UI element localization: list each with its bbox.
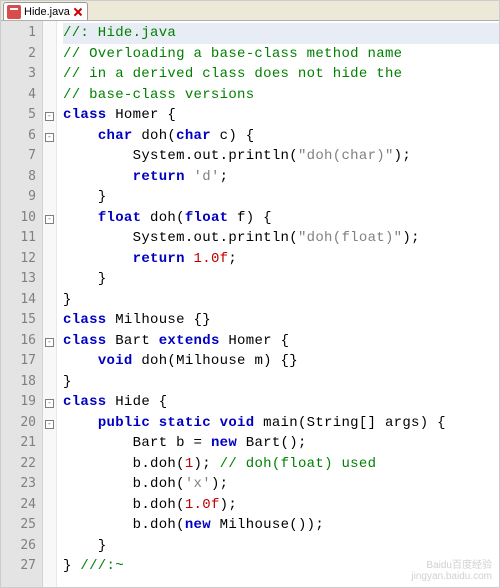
line-number: 9 <box>1 187 36 208</box>
line-number: 14 <box>1 290 36 311</box>
line-number: 20 <box>1 413 36 434</box>
code-line: } <box>63 290 499 311</box>
fold-toggle[interactable]: - <box>45 215 54 224</box>
code-line: char doh(char c) { <box>63 126 499 147</box>
code-line: b.doh(1.0f); <box>63 495 499 516</box>
editor-area: 1 2 3 4 5 6 7 8 9 10 11 12 13 14 15 16 1… <box>1 21 499 587</box>
code-line: //: Hide.java <box>63 23 499 44</box>
code-line: System.out.println("doh(float)"); <box>63 228 499 249</box>
line-number: 7 <box>1 146 36 167</box>
fold-column: - - - - - - <box>43 21 57 587</box>
line-number: 27 <box>1 556 36 577</box>
line-number: 19 <box>1 392 36 413</box>
line-number: 22 <box>1 454 36 475</box>
file-tab[interactable]: Hide.java <box>3 2 88 20</box>
code-line: b.doh('x'); <box>63 474 499 495</box>
code-line: void doh(Milhouse m) {} <box>63 351 499 372</box>
line-number: 12 <box>1 249 36 270</box>
line-number: 26 <box>1 536 36 557</box>
code-line: // Overloading a base-class method name <box>63 44 499 65</box>
fold-toggle[interactable]: - <box>45 420 54 429</box>
tab-bar: Hide.java <box>1 1 499 21</box>
line-number: 13 <box>1 269 36 290</box>
line-number: 23 <box>1 474 36 495</box>
code-line: return 'd'; <box>63 167 499 188</box>
line-number: 1 <box>1 23 36 44</box>
java-file-icon <box>7 5 21 19</box>
code-line: } <box>63 536 499 557</box>
fold-toggle[interactable]: - <box>45 399 54 408</box>
code-line: } <box>63 187 499 208</box>
line-number: 11 <box>1 228 36 249</box>
code-line: class Bart extends Homer { <box>63 331 499 352</box>
line-number: 21 <box>1 433 36 454</box>
code-line: } <box>63 269 499 290</box>
line-gutter: 1 2 3 4 5 6 7 8 9 10 11 12 13 14 15 16 1… <box>1 21 43 587</box>
watermark: Baidu百度经验 jingyan.baidu.com <box>411 560 492 582</box>
code-area[interactable]: //: Hide.java// Overloading a base-class… <box>57 21 499 587</box>
fold-toggle[interactable]: - <box>45 338 54 347</box>
tab-filename: Hide.java <box>24 6 70 18</box>
line-number: 16 <box>1 331 36 352</box>
code-line: b.doh(new Milhouse()); <box>63 515 499 536</box>
fold-toggle[interactable]: - <box>45 112 54 121</box>
code-line: public static void main(String[] args) { <box>63 413 499 434</box>
code-line: class Homer { <box>63 105 499 126</box>
line-number: 25 <box>1 515 36 536</box>
line-number: 24 <box>1 495 36 516</box>
line-number: 18 <box>1 372 36 393</box>
code-line: return 1.0f; <box>63 249 499 270</box>
line-number: 3 <box>1 64 36 85</box>
line-number: 17 <box>1 351 36 372</box>
code-line: // in a derived class does not hide the <box>63 64 499 85</box>
line-number: 15 <box>1 310 36 331</box>
code-line: float doh(float f) { <box>63 208 499 229</box>
code-line: Bart b = new Bart(); <box>63 433 499 454</box>
line-number: 8 <box>1 167 36 188</box>
editor-window: Hide.java 1 2 3 4 5 6 7 8 9 10 11 12 13 … <box>0 0 500 588</box>
code-line: class Hide { <box>63 392 499 413</box>
line-number: 10 <box>1 208 36 229</box>
line-number: 5 <box>1 105 36 126</box>
line-number: 6 <box>1 126 36 147</box>
code-line: System.out.println("doh(char)"); <box>63 146 499 167</box>
code-line: } <box>63 372 499 393</box>
close-icon[interactable] <box>73 7 83 17</box>
line-number: 2 <box>1 44 36 65</box>
code-line: class Milhouse {} <box>63 310 499 331</box>
line-number: 4 <box>1 85 36 106</box>
fold-toggle[interactable]: - <box>45 133 54 142</box>
code-line: // base-class versions <box>63 85 499 106</box>
code-line: b.doh(1); // doh(float) used <box>63 454 499 475</box>
